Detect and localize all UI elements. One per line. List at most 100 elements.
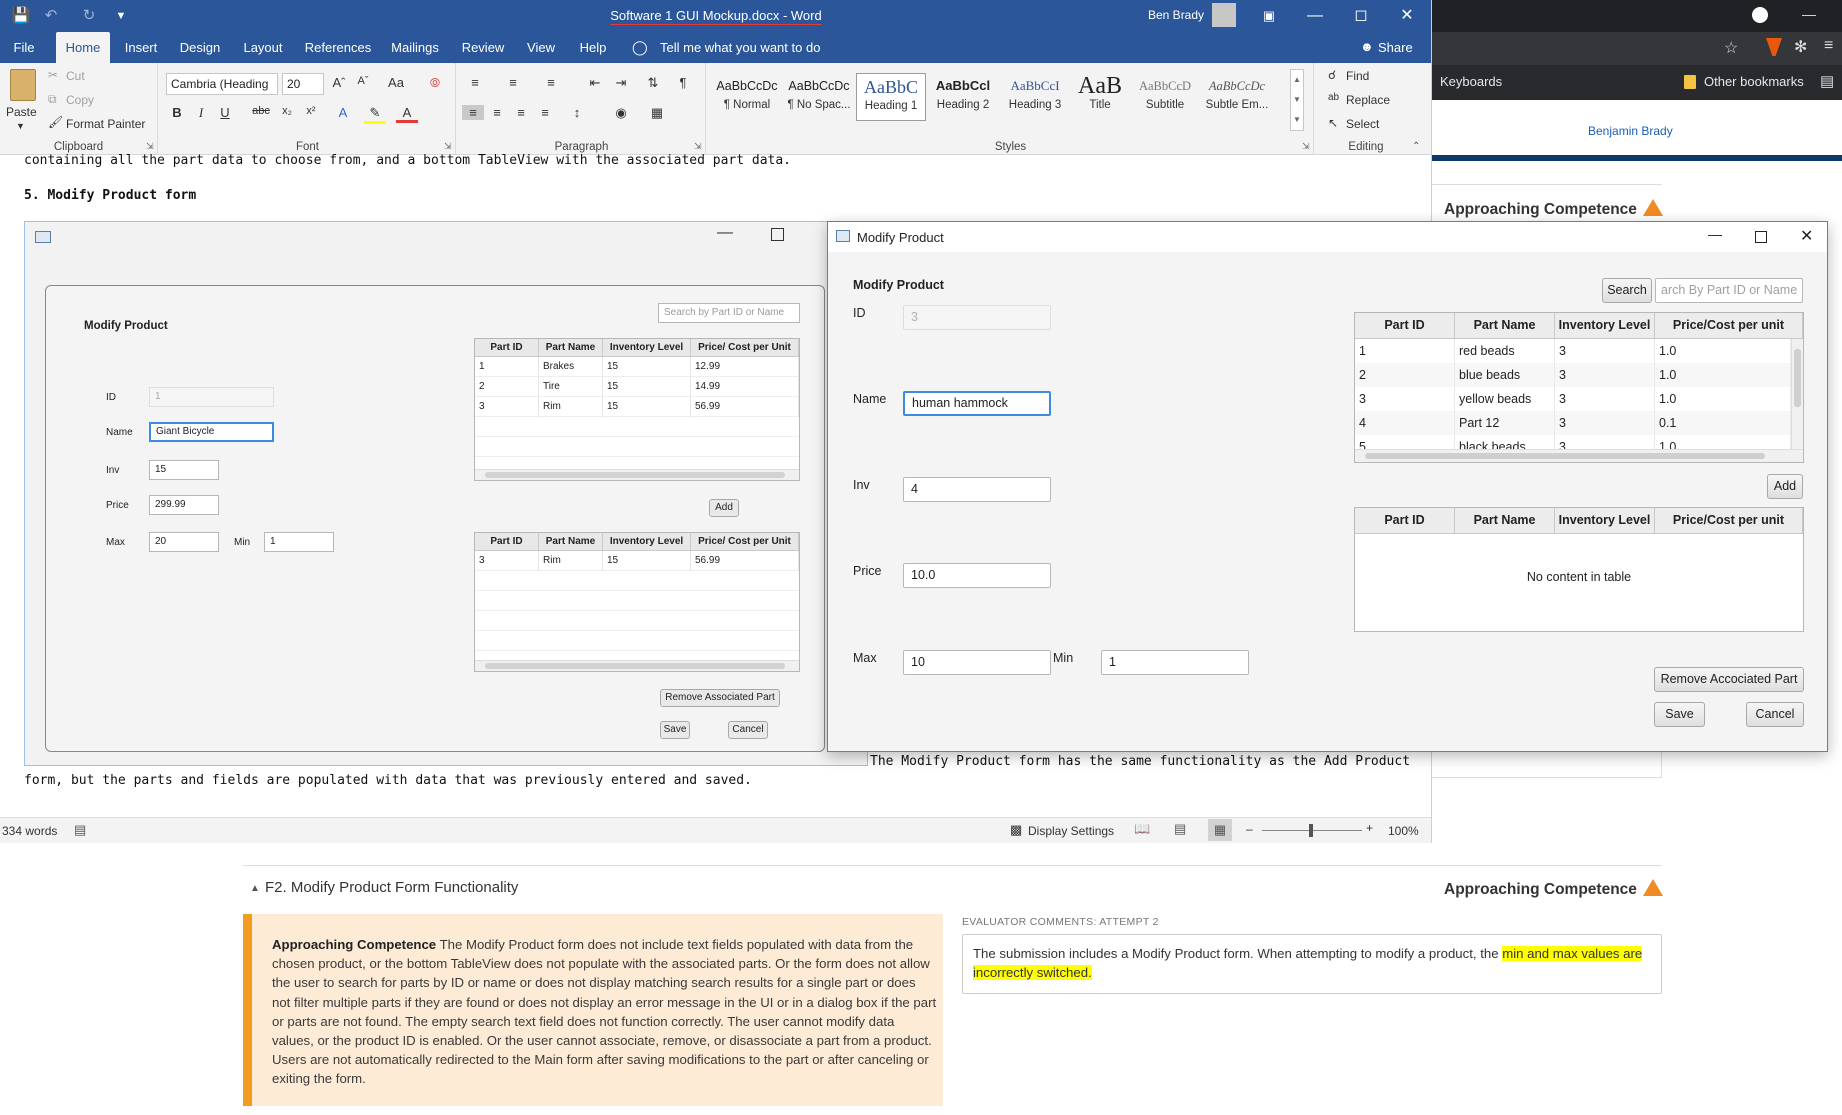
maximize-button[interactable]: ◻: [1338, 0, 1384, 32]
zoom-in-icon[interactable]: +: [1366, 821, 1373, 835]
column-header[interactable]: Price/Cost per unit: [1655, 508, 1803, 534]
column-header[interactable]: Price/Cost per unit: [1655, 313, 1803, 339]
table-row[interactable]: 4 Part 12 3 0.1: [1355, 411, 1791, 435]
increase-indent-icon[interactable]: ⇥: [610, 75, 632, 91]
subscript-icon[interactable]: x₂: [276, 105, 298, 117]
font-color-icon[interactable]: A: [396, 105, 418, 123]
vertical-scrollbar[interactable]: [1791, 339, 1803, 449]
tab-help[interactable]: Help: [572, 32, 614, 63]
profile-icon[interactable]: [1752, 7, 1768, 23]
bookmark-keyboards[interactable]: Keyboards: [1440, 74, 1502, 89]
table-row[interactable]: 3 yellow beads 3 1.0: [1355, 387, 1791, 411]
word-count[interactable]: 334 words: [2, 824, 57, 838]
tab-home[interactable]: Home: [56, 32, 110, 63]
proofing-icon[interactable]: ▤: [74, 822, 86, 838]
price-field[interactable]: 10.0: [903, 563, 1051, 588]
underline-icon[interactable]: U: [214, 105, 236, 120]
cut-button[interactable]: Cut: [66, 69, 85, 83]
dialog-launcher-icon[interactable]: ⇲: [146, 141, 154, 152]
style-normal[interactable]: AaBbCcDc ¶ Normal: [712, 73, 782, 121]
style-subtitle[interactable]: AaBbCcD Subtitle: [1130, 73, 1200, 121]
bold-icon[interactable]: B: [166, 105, 188, 120]
close-button[interactable]: ✕: [1800, 226, 1813, 246]
bullets-icon[interactable]: ≡: [464, 75, 486, 90]
zoom-thumb[interactable]: [1309, 824, 1313, 837]
dialog-launcher-icon[interactable]: ⇲: [1302, 141, 1310, 152]
close-button[interactable]: ✕: [1384, 0, 1430, 32]
clear-formatting-icon[interactable]: ⦾: [424, 75, 446, 91]
column-header[interactable]: Part ID: [1355, 313, 1455, 339]
section-title[interactable]: F2. Modify Product Form Functionality: [265, 879, 518, 896]
web-layout-icon[interactable]: ▦: [1208, 819, 1232, 841]
cancel-button[interactable]: Cancel: [1746, 702, 1804, 727]
table-row[interactable]: 1 red beads 3 1.0: [1355, 339, 1791, 363]
display-settings[interactable]: Display Settings: [1028, 824, 1114, 838]
font-name-box[interactable]: Cambria (Heading: [166, 73, 278, 95]
horizontal-scrollbar[interactable]: [1355, 449, 1803, 462]
grow-font-icon[interactable]: Aˆ: [328, 75, 350, 90]
tab-review[interactable]: Review: [456, 32, 510, 63]
highlight-icon[interactable]: ✎: [364, 105, 386, 124]
select-button[interactable]: Select: [1346, 117, 1379, 131]
collapse-icon[interactable]: ▲: [250, 883, 260, 894]
user-name[interactable]: Ben Brady: [1148, 8, 1204, 22]
tell-me-box[interactable]: Tell me what you want to do: [660, 40, 820, 55]
scroll-thumb[interactable]: [1794, 349, 1801, 407]
maximize-button[interactable]: [1755, 231, 1767, 243]
find-button[interactable]: Find: [1346, 69, 1369, 83]
max-field[interactable]: 10: [903, 650, 1051, 675]
format-painter-button[interactable]: Format Painter: [66, 117, 145, 131]
save-button[interactable]: Save: [1654, 702, 1705, 727]
user-link[interactable]: Benjamin Brady: [1588, 124, 1673, 138]
column-header[interactable]: Inventory Level: [1555, 508, 1655, 534]
change-case-icon[interactable]: Aa: [382, 75, 410, 90]
sort-icon[interactable]: ⇅: [642, 75, 664, 91]
tab-file[interactable]: File: [6, 32, 42, 63]
share-icon[interactable]: ☻: [1360, 39, 1374, 54]
zoom-level[interactable]: 100%: [1388, 824, 1419, 838]
tab-insert[interactable]: Insert: [118, 32, 164, 63]
extension-icon[interactable]: [1766, 38, 1782, 56]
shrink-font-icon[interactable]: Aˇ: [352, 75, 374, 87]
center-icon[interactable]: ≡: [486, 105, 508, 120]
styles-scroll[interactable]: ▲ ▼ ▼: [1290, 69, 1304, 131]
dialog-launcher-icon[interactable]: ⇲: [694, 141, 702, 152]
column-header[interactable]: Part Name: [1455, 313, 1555, 339]
remove-associated-part-button[interactable]: Remove Accociated Part: [1654, 667, 1804, 692]
style-heading-2[interactable]: AaBbCcl Heading 2: [928, 73, 998, 121]
replace-button[interactable]: Replace: [1346, 93, 1390, 107]
min-field[interactable]: 1: [1101, 650, 1249, 675]
column-header[interactable]: Part ID: [1355, 508, 1455, 534]
line-spacing-icon[interactable]: ↕: [566, 105, 588, 120]
share-button[interactable]: Share: [1378, 40, 1413, 55]
decrease-indent-icon[interactable]: ⇤: [584, 75, 606, 91]
align-left-icon[interactable]: ≡: [462, 105, 484, 120]
paste-button[interactable]: Paste: [6, 105, 37, 119]
paste-icon[interactable]: [10, 69, 36, 101]
column-header[interactable]: Inventory Level: [1555, 313, 1655, 339]
style-heading-3[interactable]: AaBbCcI Heading 3: [1000, 73, 1070, 121]
column-header[interactable]: Part Name: [1455, 508, 1555, 534]
collapse-ribbon-icon[interactable]: ⌃: [1412, 141, 1420, 152]
align-right-icon[interactable]: ≡: [510, 105, 532, 120]
name-field[interactable]: human hammock: [903, 391, 1051, 416]
shading-icon[interactable]: ◉: [610, 105, 632, 121]
read-mode-icon[interactable]: 📖: [1134, 821, 1150, 837]
tab-view[interactable]: View: [520, 32, 562, 63]
style-no-spacing[interactable]: AaBbCcDc ¶ No Spac...: [784, 73, 854, 121]
italic-icon[interactable]: I: [190, 105, 212, 121]
reading-list-icon[interactable]: ▤: [1820, 72, 1834, 90]
pilcrow-icon[interactable]: ¶: [672, 75, 694, 90]
tab-design[interactable]: Design: [174, 32, 226, 63]
borders-icon[interactable]: ▦: [646, 105, 668, 121]
justify-icon[interactable]: ≡: [534, 105, 556, 120]
minimize-icon[interactable]: —: [1802, 6, 1816, 22]
print-layout-icon[interactable]: ▤: [1174, 821, 1186, 837]
add-button[interactable]: Add: [1767, 474, 1803, 499]
style-subtle-emphasis[interactable]: AaBbCcDc Subtle Em...: [1202, 73, 1272, 121]
inv-field[interactable]: 4: [903, 477, 1051, 502]
browser-address-bar[interactable]: ☆ ✻ ≡: [1432, 32, 1842, 65]
paste-arrow-icon[interactable]: ▼: [16, 121, 25, 131]
star-icon[interactable]: ☆: [1724, 38, 1738, 58]
minimize-button[interactable]: —: [1292, 0, 1338, 32]
